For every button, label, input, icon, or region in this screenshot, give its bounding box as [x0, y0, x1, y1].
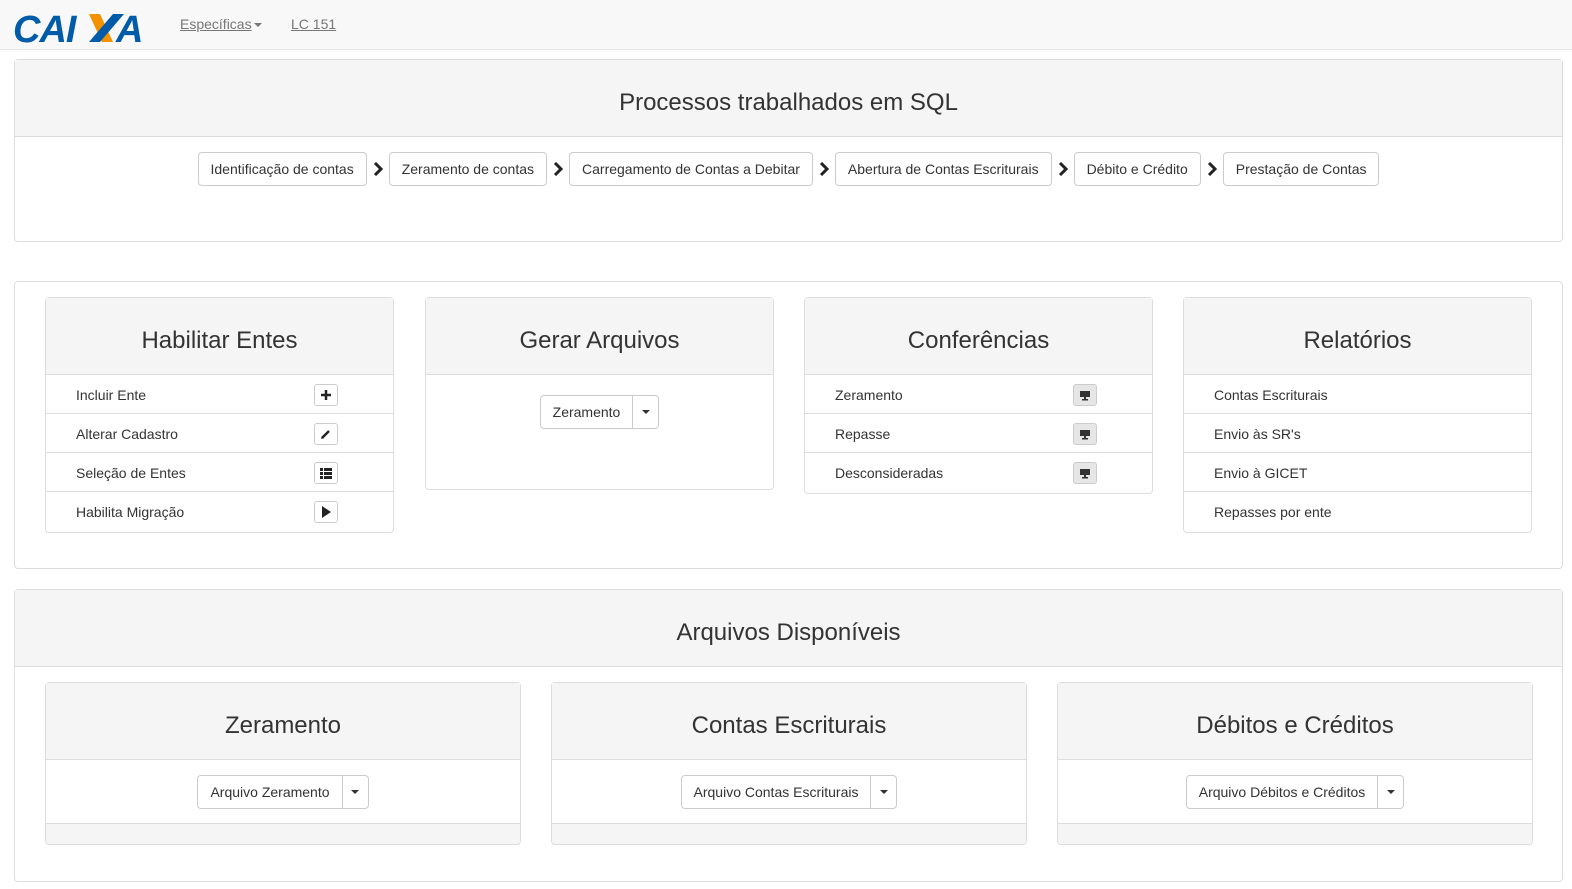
relatorios-title: Relatórios — [1184, 298, 1531, 375]
panel-footer — [1058, 823, 1532, 844]
nav-especificas-label: Específicas — [180, 16, 252, 32]
chevron-right-icon — [367, 162, 389, 176]
list-item-label: Repasses por ente — [1214, 504, 1332, 520]
list-item-habilita-migracao[interactable]: Habilita Migração — [46, 492, 393, 531]
arquivos-disponiveis-panel: Arquivos Disponíveis Zeramento Arquivo Z… — [14, 589, 1563, 882]
list-item-alterar-cadastro[interactable]: Alterar Cadastro — [46, 414, 393, 453]
nav-especificas-dropdown[interactable]: Específicas — [180, 16, 262, 32]
conferencias-title: Conferências — [805, 298, 1152, 375]
chevron-right-icon — [1201, 162, 1223, 176]
zeramento-split-button: Zeramento — [539, 395, 660, 429]
caret-down-icon — [879, 790, 888, 794]
process-panel-title: Processos trabalhados em SQL — [15, 60, 1562, 137]
caret-down-icon — [351, 790, 360, 794]
arquivo-debitos-creditos-panel: Débitos e Créditos Arquivo Débitos e Cré… — [1057, 682, 1533, 845]
chevron-right-icon — [1052, 162, 1074, 176]
list-item-label: Alterar Cadastro — [76, 426, 178, 442]
process-panel: Processos trabalhados em SQL Identificaç… — [14, 59, 1563, 242]
list-item-repasses-ente[interactable]: Repasses por ente — [1184, 492, 1531, 531]
gerar-arquivos-body: Zeramento — [426, 375, 773, 429]
step-abertura-button[interactable]: Abertura de Contas Escriturais — [834, 152, 1052, 186]
step-zeramento-button[interactable]: Zeramento de contas — [388, 152, 548, 186]
list-item-label: Envio à GICET — [1214, 465, 1308, 481]
list-item-conf-zeramento[interactable]: Zeramento — [805, 375, 1152, 414]
nav-lc151-link[interactable]: LC 151 — [291, 16, 336, 32]
caret-down-icon — [253, 23, 262, 28]
step-identificacao-button[interactable]: Identificação de contas — [197, 152, 367, 186]
play-icon[interactable] — [314, 501, 338, 523]
list-item-contas-escriturais[interactable]: Contas Escriturais — [1184, 375, 1531, 414]
monitor-icon[interactable] — [1073, 462, 1097, 484]
arquivo-debitos-split-button: Arquivo Débitos e Créditos — [1185, 775, 1405, 809]
habilitar-entes-title: Habilitar Entes — [46, 298, 393, 375]
process-steps: Identificação de contas Zeramento de con… — [15, 152, 1562, 186]
arquivo-zeramento-split-button: Arquivo Zeramento — [197, 775, 369, 809]
panel-footer — [552, 823, 1026, 844]
list-item-envio-gicet[interactable]: Envio à GICET — [1184, 453, 1531, 492]
arquivo-contas-escriturais-title: Contas Escriturais — [552, 683, 1026, 760]
arquivo-zeramento-panel: Zeramento Arquivo Zeramento — [45, 682, 521, 845]
step-carregamento-button[interactable]: Carregamento de Contas a Debitar — [569, 152, 813, 186]
list-icon[interactable] — [314, 462, 338, 484]
arquivo-contas-escriturais-panel: Contas Escriturais Arquivo Contas Escrit… — [551, 682, 1027, 845]
arquivo-debitos-creditos-body: Arquivo Débitos e Créditos — [1058, 760, 1532, 824]
zeramento-dropdown-toggle[interactable] — [633, 395, 660, 429]
caixa-logo[interactable]: CAI A — [13, 9, 153, 51]
step-debito-credito-button[interactable]: Débito e Crédito — [1073, 152, 1201, 186]
monitor-icon[interactable] — [1073, 384, 1097, 406]
list-item-conf-repasse[interactable]: Repasse — [805, 414, 1152, 453]
list-item-label: Contas Escriturais — [1214, 387, 1328, 403]
list-item-label: Incluir Ente — [76, 387, 147, 403]
relatorios-panel: Relatórios Contas Escriturais Envio às S… — [1183, 297, 1532, 533]
monitor-icon[interactable] — [1073, 423, 1097, 445]
pencil-icon[interactable] — [314, 423, 338, 445]
arquivo-debitos-creditos-button[interactable]: Arquivo Débitos e Créditos — [1185, 775, 1379, 809]
conferencias-panel: Conferências Zeramento Repasse Desconsid… — [804, 297, 1153, 494]
top-navbar: CAI A Específicas LC 151 — [0, 0, 1572, 51]
arquivo-debitos-dropdown-toggle[interactable] — [1378, 775, 1405, 809]
list-item-label: Repasse — [835, 426, 891, 442]
arquivo-debitos-creditos-title: Débitos e Créditos — [1058, 683, 1532, 760]
arquivo-zeramento-dropdown-toggle[interactable] — [342, 775, 369, 809]
arquivo-contas-split-button: Arquivo Contas Escriturais — [680, 775, 898, 809]
chevron-right-icon — [813, 162, 835, 176]
zeramento-button[interactable]: Zeramento — [539, 395, 634, 429]
plus-icon[interactable] — [314, 384, 338, 406]
arquivo-zeramento-title: Zeramento — [46, 683, 520, 760]
list-item-label: Seleção de Entes — [76, 465, 186, 481]
list-item-selecao-entes[interactable]: Seleção de Entes — [46, 453, 393, 492]
list-item-label: Zeramento — [835, 387, 903, 403]
gerar-arquivos-title: Gerar Arquivos — [426, 298, 773, 375]
list-item-label: Envio às SR's — [1214, 426, 1301, 442]
caret-down-icon — [641, 410, 650, 414]
arquivo-zeramento-button[interactable]: Arquivo Zeramento — [197, 775, 343, 809]
svg-text:A: A — [115, 11, 143, 45]
gerar-arquivos-panel: Gerar Arquivos Zeramento — [425, 297, 774, 490]
arquivos-disponiveis-title: Arquivos Disponíveis — [15, 590, 1562, 667]
arquivo-contas-escriturais-body: Arquivo Contas Escriturais — [552, 760, 1026, 824]
list-item-envio-srs[interactable]: Envio às SR's — [1184, 414, 1531, 453]
list-item-incluir-ente[interactable]: Incluir Ente — [46, 375, 393, 414]
actions-panel: Habilitar Entes Incluir Ente Alterar Cad… — [14, 281, 1563, 569]
arquivo-contas-dropdown-toggle[interactable] — [871, 775, 898, 809]
arquivo-zeramento-body: Arquivo Zeramento — [46, 760, 520, 824]
step-prestacao-button[interactable]: Prestação de Contas — [1222, 152, 1380, 186]
list-item-label: Desconsideradas — [835, 465, 944, 481]
caret-down-icon — [1386, 790, 1395, 794]
habilitar-entes-panel: Habilitar Entes Incluir Ente Alterar Cad… — [45, 297, 394, 533]
list-item-conf-desconsideradas[interactable]: Desconsideradas — [805, 453, 1152, 492]
panel-footer — [46, 823, 520, 844]
list-item-label: Habilita Migração — [76, 504, 185, 520]
arquivo-contas-escriturais-button[interactable]: Arquivo Contas Escriturais — [680, 775, 872, 809]
svg-text:CAI: CAI — [13, 11, 78, 45]
chevron-right-icon — [547, 162, 569, 176]
